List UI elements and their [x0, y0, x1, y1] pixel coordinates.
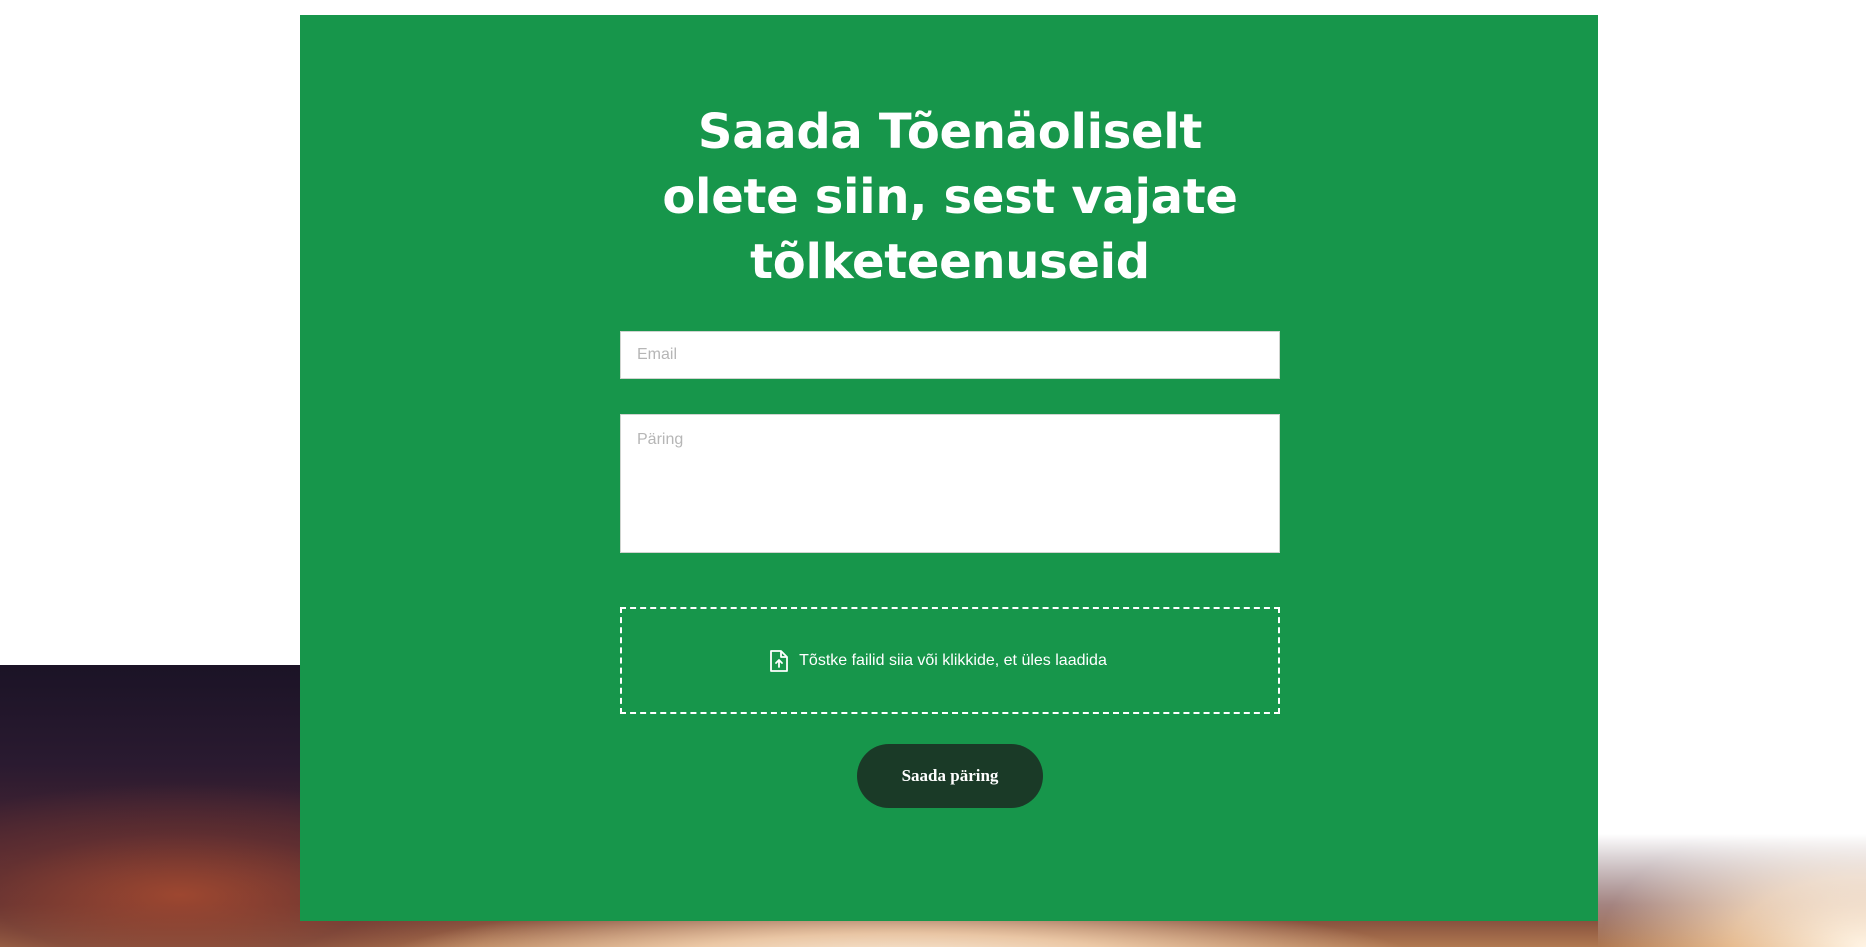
contact-form: Saada Tõenäoliselt olete siin, sest vaja…	[620, 15, 1280, 808]
submit-query-button[interactable]: Saada päring	[857, 744, 1043, 808]
file-dropzone[interactable]: Tõstke failid siia või klikkide, et üles…	[620, 607, 1280, 714]
query-textarea[interactable]	[620, 414, 1280, 553]
form-title: Saada Tõenäoliselt olete siin, sest vaja…	[662, 104, 1238, 290]
submit-row: Saada päring	[620, 744, 1280, 808]
background-fade	[1598, 665, 1866, 947]
file-upload-icon	[769, 649, 789, 672]
dropzone-content: Tõstke failid siia või klikkide, et üles…	[769, 649, 1107, 672]
dropzone-label: Tõstke failid siia või klikkide, et üles…	[799, 651, 1107, 669]
email-field[interactable]	[620, 331, 1280, 379]
